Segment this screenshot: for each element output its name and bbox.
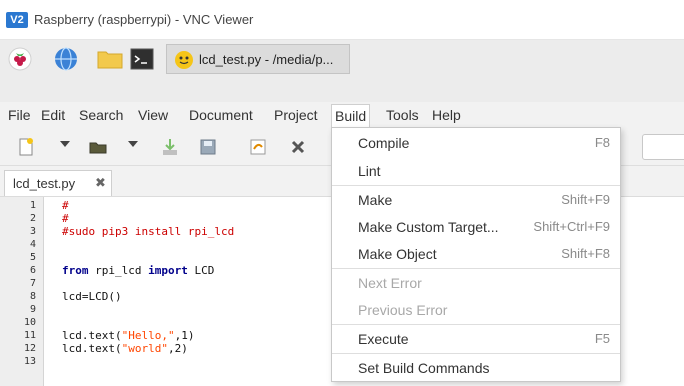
code-line: # — [62, 199, 69, 212]
string-token: "world" — [121, 342, 168, 355]
line-number-gutter: 1 2 3 4 5 6 7 8 9 10 11 12 13 — [0, 197, 44, 386]
vnc-title-bar: V2 Raspberry (raspberrypi) - VNC Viewer — [0, 0, 684, 40]
line-number: 5 — [29, 252, 36, 263]
menu-item-lint[interactable]: Lint — [332, 158, 620, 184]
menu-item-next-error[interactable]: Next Error — [332, 270, 620, 296]
line-number: 6 — [29, 265, 36, 276]
tab-label: lcd_test.py — [13, 176, 76, 191]
menu-item-make-custom-target[interactable]: Make Custom Target... Shift+Ctrl+F9 — [332, 214, 620, 240]
menu-item-label: Make — [358, 192, 393, 208]
call-token: lcd.text( — [62, 342, 122, 355]
menu-item-label: Previous Error — [358, 302, 448, 318]
save-all-icon[interactable] — [198, 137, 218, 157]
call-token: lcd.text( — [62, 329, 122, 342]
tab-lcd-test[interactable]: lcd_test.py ✖ — [4, 170, 112, 196]
menu-item-make[interactable]: Make Shift+F9 — [332, 187, 620, 213]
menu-item-label: Next Error — [358, 275, 422, 291]
file-manager-icon[interactable] — [96, 47, 124, 71]
new-file-icon[interactable] — [16, 137, 36, 157]
menu-item-label: Execute — [358, 331, 409, 347]
terminal-icon[interactable] — [130, 47, 154, 71]
menu-item-compile[interactable]: Compile F8 — [332, 130, 620, 156]
line-number: 8 — [29, 291, 36, 302]
menu-edit[interactable]: Edit — [41, 106, 65, 126]
code-line: from rpi_lcd import LCD — [62, 264, 214, 277]
menu-item-previous-error[interactable]: Previous Error — [332, 297, 620, 323]
menu-separator — [332, 353, 620, 354]
toolbar-search-field[interactable] — [642, 134, 684, 160]
keyword-token: import — [148, 264, 188, 277]
menu-separator — [332, 185, 620, 186]
line-number: 2 — [29, 213, 36, 224]
desktop-background-strip — [0, 78, 684, 102]
line-number: 1 — [29, 200, 36, 211]
menu-project[interactable]: Project — [274, 106, 318, 126]
menu-item-execute[interactable]: Execute F5 — [332, 326, 620, 352]
menu-item-label: Make Custom Target... — [358, 219, 499, 235]
menu-build[interactable]: Build — [331, 104, 371, 129]
menu-item-set-build-commands[interactable]: Set Build Commands — [332, 355, 620, 381]
menu-item-make-object[interactable]: Make Object Shift+F8 — [332, 241, 620, 267]
menu-item-shortcut: F8 — [594, 135, 610, 150]
menu-item-shortcut: Shift+Ctrl+F9 — [533, 219, 610, 234]
line-number: 9 — [29, 304, 36, 315]
close-file-icon[interactable] — [288, 137, 308, 157]
menu-item-label: Make Object — [358, 246, 437, 262]
line-number: 11 — [23, 330, 36, 341]
code-line: # — [62, 212, 69, 225]
build-menu-dropdown: Compile F8 Lint Make Shift+F9 Make Custo… — [331, 127, 621, 382]
raspberry-menu-icon[interactable] — [8, 47, 32, 71]
geany-icon — [175, 51, 193, 69]
string-token: "Hello," — [121, 329, 175, 342]
menu-tools[interactable]: Tools — [386, 106, 419, 126]
new-file-dropdown-icon[interactable] — [60, 141, 70, 147]
save-icon[interactable] — [160, 137, 180, 157]
open-file-icon[interactable] — [88, 137, 108, 157]
tab-close-icon[interactable]: ✖ — [95, 175, 106, 191]
menu-document[interactable]: Document — [189, 106, 253, 126]
line-number: 10 — [23, 317, 36, 328]
menu-item-label: Set Build Commands — [358, 360, 490, 376]
line-number: 12 — [23, 343, 36, 354]
menu-separator — [332, 268, 620, 269]
line-number: 4 — [29, 239, 36, 250]
module-token: rpi_lcd — [88, 264, 149, 277]
window-title: Raspberry (raspberrypi) - VNC Viewer — [34, 12, 254, 27]
menu-separator — [332, 324, 620, 325]
line-number: 13 — [23, 356, 36, 367]
open-file-dropdown-icon[interactable] — [128, 141, 138, 147]
args-token: ,1) — [174, 329, 195, 342]
code-line: lcd.text("Hello,",1) — [62, 329, 194, 342]
menu-file[interactable]: File — [8, 106, 31, 126]
web-browser-icon[interactable] — [54, 47, 78, 71]
vnc-logo-icon: V2 — [6, 12, 28, 28]
code-line: #sudo pip3 install rpi_lcd — [62, 225, 235, 238]
taskbar-task-geany[interactable]: lcd_test.py - /media/p... — [166, 44, 350, 74]
menu-item-label: Compile — [358, 135, 410, 151]
code-line: lcd=LCD() — [62, 290, 122, 303]
code-line: lcd.text("world",2) — [62, 342, 188, 355]
desktop-taskbar: lcd_test.py - /media/p... — [0, 40, 684, 78]
revert-icon[interactable] — [248, 137, 268, 157]
line-number: 7 — [29, 278, 36, 289]
menu-view[interactable]: View — [138, 106, 168, 126]
menu-item-shortcut: F5 — [594, 331, 610, 346]
menu-item-shortcut: Shift+F9 — [561, 192, 610, 207]
args-token: ,2) — [167, 342, 188, 355]
line-number: 3 — [29, 226, 36, 237]
menu-item-label: Lint — [358, 163, 381, 179]
menu-item-shortcut: Shift+F8 — [561, 246, 610, 261]
menu-help[interactable]: Help — [432, 106, 461, 126]
menu-bar: File Edit Search View Document Project B… — [0, 102, 684, 129]
menu-search[interactable]: Search — [79, 106, 123, 126]
taskbar-task-label: lcd_test.py - /media/p... — [199, 52, 334, 67]
name-token: LCD — [187, 264, 215, 277]
keyword-token: from — [62, 264, 89, 277]
